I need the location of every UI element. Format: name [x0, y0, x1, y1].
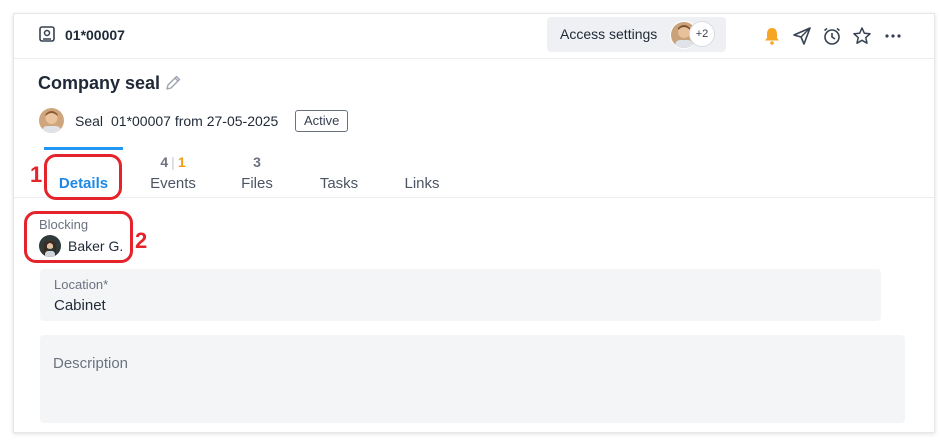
star-icon[interactable] [852, 26, 872, 46]
tab-label: Files [241, 175, 273, 192]
events-counts: 4 | 1 [160, 154, 186, 170]
access-settings-label: Access settings [560, 26, 658, 42]
location-label: Location* [54, 277, 109, 292]
send-icon[interactable] [792, 26, 812, 46]
blocking-label: Blocking [39, 217, 89, 232]
location-value: Cabinet [54, 297, 106, 314]
status-badge: Active [295, 110, 349, 132]
tab-label: Tasks [319, 175, 359, 192]
page-title: Company seal [38, 73, 161, 93]
location-field[interactable]: Location* Cabinet [40, 269, 881, 321]
annotation-number: 2 [135, 228, 148, 253]
avatar [39, 108, 64, 133]
tab-label: Events [150, 175, 196, 192]
avatar [39, 235, 61, 257]
tab-tasks[interactable]: Tasks [307, 147, 371, 197]
bell-icon[interactable] [762, 26, 782, 46]
active-tab-indicator [44, 147, 123, 150]
annotation-number: 1 [30, 162, 43, 187]
more-icon[interactable] [883, 26, 903, 46]
document-id: 01*00007 [65, 27, 125, 43]
description-placeholder: Description [53, 355, 129, 372]
annotation-ring [44, 154, 122, 200]
description-field[interactable]: Description [40, 335, 905, 423]
tab-files[interactable]: 3 Files [226, 147, 288, 197]
tab-events[interactable]: 4 | 1 Events [139, 147, 207, 197]
seal-doc-icon [39, 26, 55, 42]
access-settings-button[interactable]: Access settings +2 [547, 17, 726, 52]
blocking-user[interactable]: Baker G. [68, 238, 123, 254]
alarm-icon[interactable] [822, 26, 842, 46]
tab-links[interactable]: Links [392, 147, 452, 197]
more-users-badge: +2 [689, 21, 715, 47]
files-count: 3 [253, 154, 261, 170]
pencil-icon[interactable] [164, 74, 182, 92]
tab-bar: Details 4 | 1 Events 3 Files Tasks Links [14, 147, 934, 198]
record-number-date: 01*00007 from 27-05-2025 [111, 113, 279, 129]
record-type: Seal [75, 113, 104, 129]
record-card: 01*00007 Access settings +2 Company seal… [13, 13, 935, 433]
tab-label: Links [404, 175, 440, 192]
top-bar: 01*00007 Access settings +2 [14, 14, 934, 59]
